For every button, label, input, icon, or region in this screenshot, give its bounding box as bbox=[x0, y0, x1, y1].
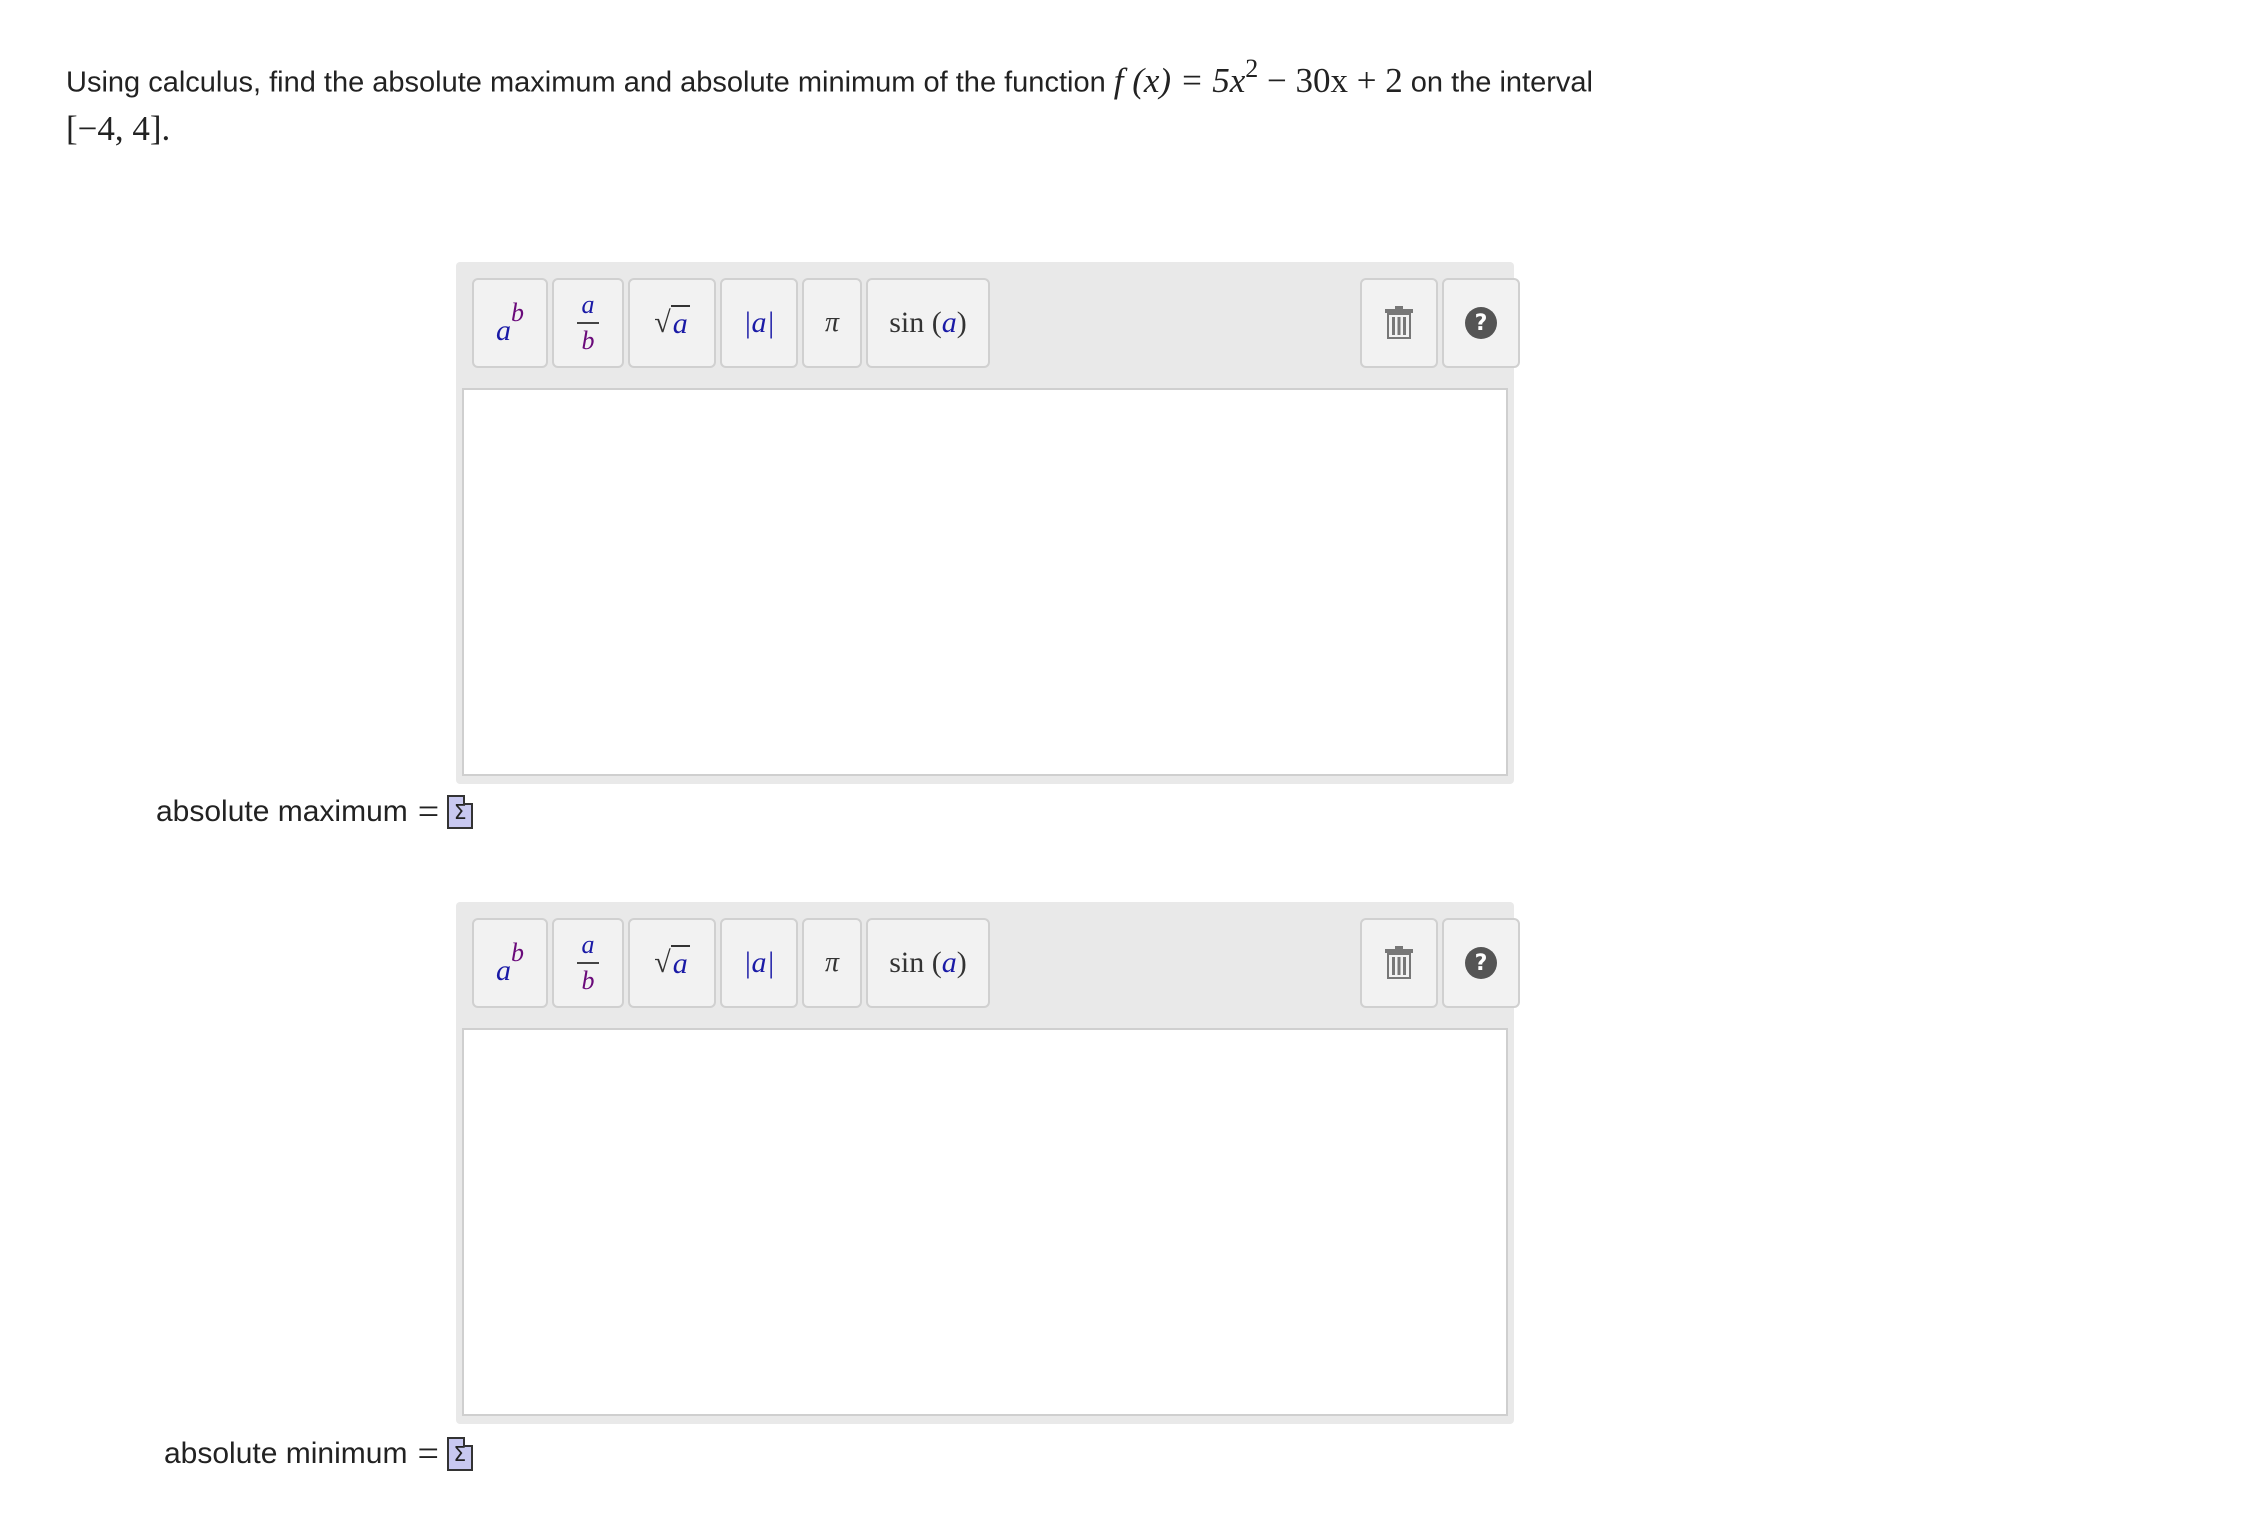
trash-button[interactable] bbox=[1360, 278, 1438, 368]
pi-button[interactable]: π bbox=[802, 278, 862, 368]
fraction-button[interactable]: ab bbox=[552, 278, 624, 368]
trash-button[interactable] bbox=[1360, 918, 1438, 1008]
question-text: Using calculus, find the absolute maximu… bbox=[66, 48, 1786, 154]
interval-value: [−4, 4]. bbox=[66, 108, 171, 148]
help-button[interactable]: ? bbox=[1442, 278, 1520, 368]
equation-editor-icon[interactable]: Σ bbox=[446, 1437, 473, 1471]
function-expression: f (x) = 5x2 − 30x + 2 bbox=[1113, 54, 1403, 100]
abs-button[interactable]: |a| bbox=[720, 918, 798, 1008]
abs-button[interactable]: |a| bbox=[720, 278, 798, 368]
equation-editor-icon[interactable]: Σ bbox=[447, 795, 474, 829]
power-button[interactable]: ab bbox=[472, 918, 548, 1008]
math-editor-min: ab ab √ a |a| π sin (a) ? bbox=[456, 902, 1520, 1424]
help-icon: ? bbox=[1465, 947, 1497, 979]
interval-text: on the interval bbox=[1410, 66, 1593, 99]
power-button[interactable]: ab bbox=[472, 278, 548, 368]
math-toolbar: ab ab √ a |a| π sin (a) ? bbox=[456, 902, 1520, 1028]
sqrt-button[interactable]: √ a bbox=[628, 918, 716, 1008]
answer-label-min: absolute minimum = Σ bbox=[164, 1432, 473, 1476]
answer-input-max[interactable] bbox=[462, 388, 1508, 776]
question-intro: Using calculus, find the absolute maximu… bbox=[66, 66, 1106, 99]
sin-button[interactable]: sin (a) bbox=[866, 278, 990, 368]
math-toolbar: ab ab √ a |a| π sin (a) ? bbox=[456, 262, 1520, 388]
answer-input-min[interactable] bbox=[462, 1028, 1508, 1416]
trash-icon bbox=[1385, 306, 1413, 339]
sin-button[interactable]: sin (a) bbox=[866, 918, 990, 1008]
fraction-button[interactable]: ab bbox=[552, 918, 624, 1008]
math-editor-max: ab ab √ a |a| π sin (a) ? bbox=[456, 262, 1520, 784]
trash-icon bbox=[1385, 946, 1413, 979]
sqrt-button[interactable]: √ a bbox=[628, 278, 716, 368]
help-button[interactable]: ? bbox=[1442, 918, 1520, 1008]
answer-label-max: absolute maximum = Σ bbox=[156, 790, 474, 834]
help-icon: ? bbox=[1465, 307, 1497, 339]
pi-button[interactable]: π bbox=[802, 918, 862, 1008]
